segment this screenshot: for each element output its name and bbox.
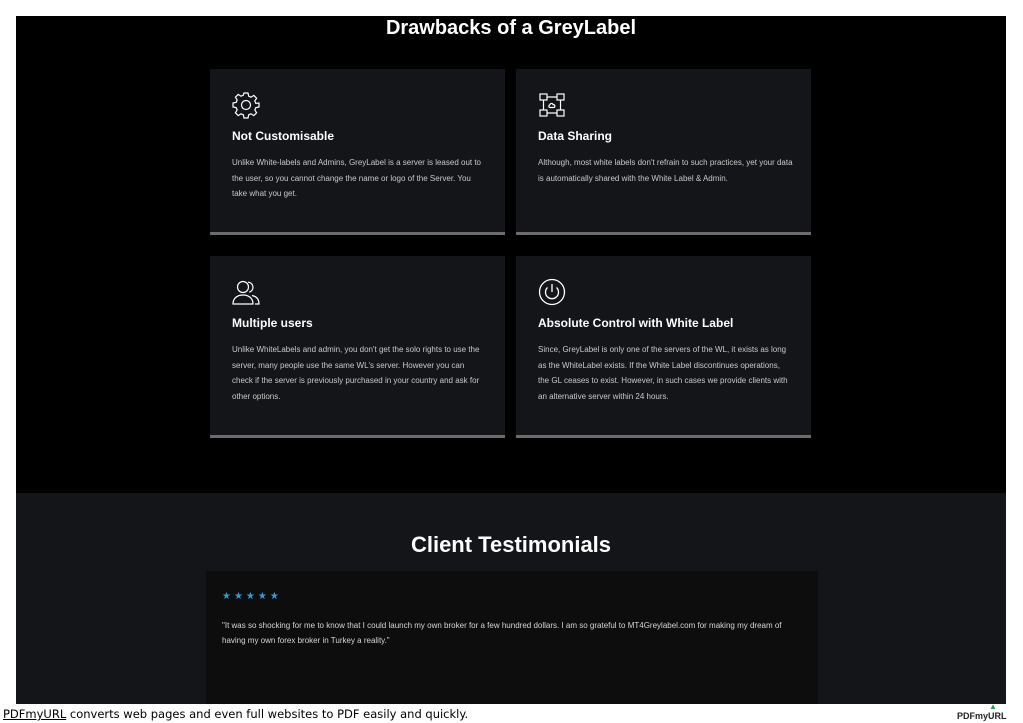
card-title: Not Customisable xyxy=(232,129,335,143)
logo-text: PDFmyURL xyxy=(957,711,1007,721)
drawback-card-absolute-control: Absolute Control with White Label Since,… xyxy=(516,256,811,438)
footer-caption: converts web pages and even full website… xyxy=(66,707,469,721)
card-title: Multiple users xyxy=(232,316,313,330)
card-title: Absolute Control with White Label xyxy=(538,316,734,330)
card-title: Data Sharing xyxy=(538,129,613,143)
page-content: Drawbacks of a GreyLabel Not Customisabl… xyxy=(16,16,1006,704)
card-description: Although, most white labels don't refrai… xyxy=(538,158,793,183)
footer-text: PDFmyURL converts web pages and even ful… xyxy=(3,707,468,721)
drawbacks-section: Drawbacks of a GreyLabel Not Customisabl… xyxy=(16,16,1006,493)
logo-mark-icon: ▲ xyxy=(989,702,997,711)
testimonial-card: ★★★★★ "It was so shocking for me to know… xyxy=(206,571,818,704)
testimonials-title: Client Testimonials xyxy=(410,532,612,557)
drawback-card-multiple-users: Multiple users Unlike WhiteLabels and ad… xyxy=(210,256,505,438)
card-description: Unlike WhiteLabels and admin, you don't … xyxy=(232,345,480,401)
gear-icon xyxy=(232,91,260,119)
power-icon xyxy=(538,278,566,306)
section-title: Drawbacks of a GreyLabel xyxy=(385,17,637,39)
card-description: Unlike White-labels and Admins, GreyLabe… xyxy=(232,158,482,198)
star-rating: ★★★★★ xyxy=(222,591,282,602)
card-description: Since, GreyLabel is only one of the serv… xyxy=(538,345,788,401)
users-icon xyxy=(232,278,260,306)
drawback-card-data-sharing: Data Sharing Although, most white labels… xyxy=(516,69,811,235)
pdfmyurl-logo[interactable]: ▲ PDFmyURL xyxy=(957,702,1007,722)
drawback-card-not-customisable: Not Customisable Unlike White-labels and… xyxy=(210,69,505,235)
network-sharing-icon xyxy=(538,91,566,119)
pdfmyurl-link[interactable]: PDFmyURL xyxy=(3,707,66,721)
testimonial-quote: "It was so shocking for me to know that … xyxy=(222,621,782,645)
